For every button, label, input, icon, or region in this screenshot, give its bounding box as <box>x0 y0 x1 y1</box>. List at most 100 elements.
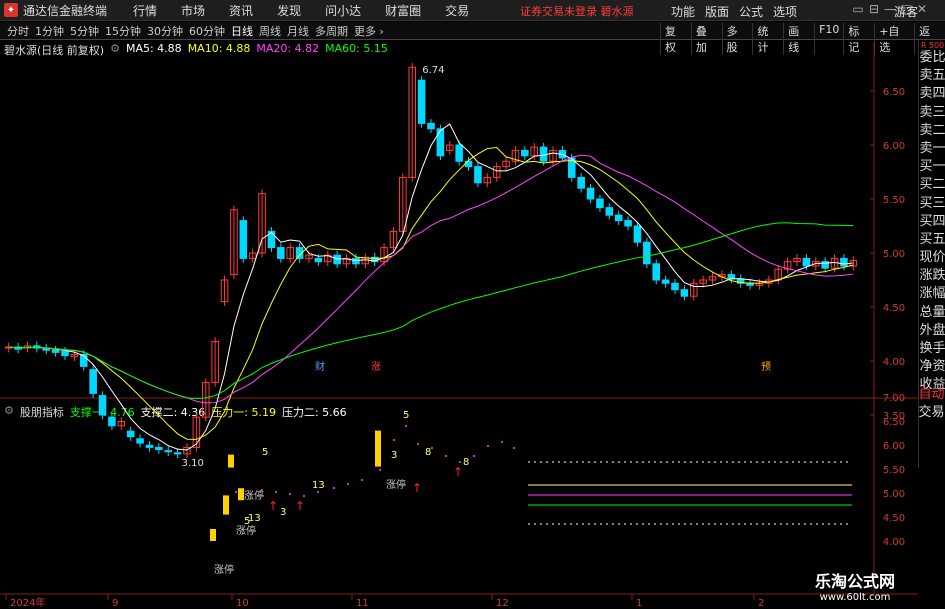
time-label-5: 1 <box>636 598 642 609</box>
up-arrow-icon: ↑ <box>412 481 422 495</box>
indicator-number-6: 3 <box>280 507 286 518</box>
quote-row-3[interactable]: 卖三 <box>919 104 945 122</box>
trend-dot <box>379 469 381 471</box>
indicator-number-2: 3 <box>391 450 397 461</box>
candle <box>145 444 154 448</box>
candle <box>239 220 248 259</box>
time-label-6: 2 <box>758 598 764 609</box>
quote-row-15[interactable]: 外盘 <box>919 322 945 340</box>
quote-row-7[interactable]: 买二 <box>919 176 945 194</box>
limit-bar <box>223 495 229 515</box>
candle <box>455 144 463 162</box>
indicator-number-3: 8 <box>425 447 431 458</box>
time-label-4: 12 <box>496 598 509 609</box>
trend-dot <box>513 447 515 449</box>
indicator-number-1: 5 <box>403 410 409 421</box>
candle <box>136 438 144 444</box>
limit-up-label-3: 涨停 <box>386 478 406 491</box>
candle <box>577 176 585 189</box>
quote-row-9[interactable]: 买四 <box>919 213 945 231</box>
auto-trade-label-0[interactable]: 自动 <box>918 386 945 404</box>
quote-row-5[interactable]: 卖一 <box>919 140 945 158</box>
candle <box>614 214 623 222</box>
quote-row-11[interactable]: 现价 <box>919 249 945 267</box>
trend-dot <box>333 487 335 489</box>
candle <box>474 166 482 184</box>
watermark-url: www.60lt.com <box>819 592 891 603</box>
candle <box>126 430 135 438</box>
event-marker-2: 预 <box>761 361 771 373</box>
trend-dot <box>303 495 305 497</box>
candle <box>840 257 848 267</box>
limit-up-label-0: 涨停 <box>214 563 234 576</box>
quote-row-10[interactable]: 买五 <box>919 231 945 249</box>
quote-row-14[interactable]: 总量 <box>919 304 945 322</box>
up-arrow-icon: ↑ <box>295 499 305 513</box>
time-label-1: 9 <box>112 598 118 609</box>
candle <box>98 395 107 416</box>
candle <box>173 452 182 455</box>
candle <box>802 257 811 267</box>
candle <box>661 279 670 284</box>
limit-bar <box>375 430 381 467</box>
trend-dot <box>431 447 433 449</box>
ind-tick-label-6: 4.00 <box>883 537 905 548</box>
candle <box>605 207 614 216</box>
quote-row-4[interactable]: 卖二 <box>919 122 945 140</box>
trend-dot <box>393 439 395 441</box>
candle <box>61 350 69 357</box>
candle <box>277 247 285 259</box>
limit-bar <box>210 529 216 541</box>
quote-row-2[interactable]: 卖四 <box>919 85 945 103</box>
ind-tick-label-2: 6.00 <box>883 441 905 452</box>
indicator-number-4: 13 <box>312 480 325 491</box>
main-tick-label-1: 6.00 <box>883 141 905 152</box>
candle <box>671 282 679 291</box>
quote-row-16[interactable]: 换手 <box>919 340 945 358</box>
candle <box>464 160 473 168</box>
ma5-line <box>8 123 854 451</box>
main-tick-label-5: 4.00 <box>883 357 905 368</box>
indicator-number-8: 13 <box>248 513 261 524</box>
indicator-number-7: 8 <box>463 457 469 468</box>
candle <box>596 198 604 209</box>
auto-trade-label-1[interactable]: 交易 <box>918 404 945 422</box>
candle <box>652 263 661 281</box>
candle <box>155 446 163 451</box>
candle <box>51 349 60 353</box>
main-tick-label-4: 4.50 <box>883 303 905 314</box>
candle <box>624 220 632 227</box>
quote-row-17[interactable]: 净资 <box>919 358 945 376</box>
chart-canvas[interactable]: 6.506.005.505.004.504.003.507.006.506.00… <box>0 0 918 609</box>
high-label: 6.74 <box>422 65 444 76</box>
candle <box>586 187 595 200</box>
candle <box>436 128 445 157</box>
ind-tick-label-0: 7.00 <box>883 393 905 404</box>
quote-row-8[interactable]: 买三 <box>919 195 945 213</box>
event-marker-1: 涨 <box>371 361 381 373</box>
quote-row-6[interactable]: 买一 <box>919 158 945 176</box>
time-label-0: 2024年 <box>10 596 45 609</box>
trend-dot <box>417 443 419 445</box>
up-arrow-icon: ↑ <box>268 499 278 513</box>
candle <box>108 416 116 427</box>
time-label-3: 11 <box>356 598 369 609</box>
quote-row-1[interactable]: 卖五 <box>919 67 945 85</box>
trend-dot <box>405 425 407 427</box>
trend-dot <box>347 483 349 485</box>
quote-row-13[interactable]: 涨幅 <box>919 285 945 303</box>
trend-dot <box>235 491 237 493</box>
quote-row-0[interactable]: 委比 <box>919 49 945 67</box>
main-tick-label-2: 5.50 <box>883 195 905 206</box>
ind-tick-label-3: 5.50 <box>883 465 905 476</box>
ma10-line <box>8 146 854 440</box>
trend-dot <box>473 455 475 457</box>
main-tick-label-3: 5.00 <box>883 249 905 260</box>
limit-bar <box>228 454 234 468</box>
trend-dot <box>275 491 277 493</box>
quote-row-12[interactable]: 涨跌 <box>919 267 945 285</box>
trend-dot <box>317 491 319 493</box>
candle <box>417 79 426 124</box>
trend-dot <box>501 441 503 443</box>
trend-dot <box>487 445 489 447</box>
